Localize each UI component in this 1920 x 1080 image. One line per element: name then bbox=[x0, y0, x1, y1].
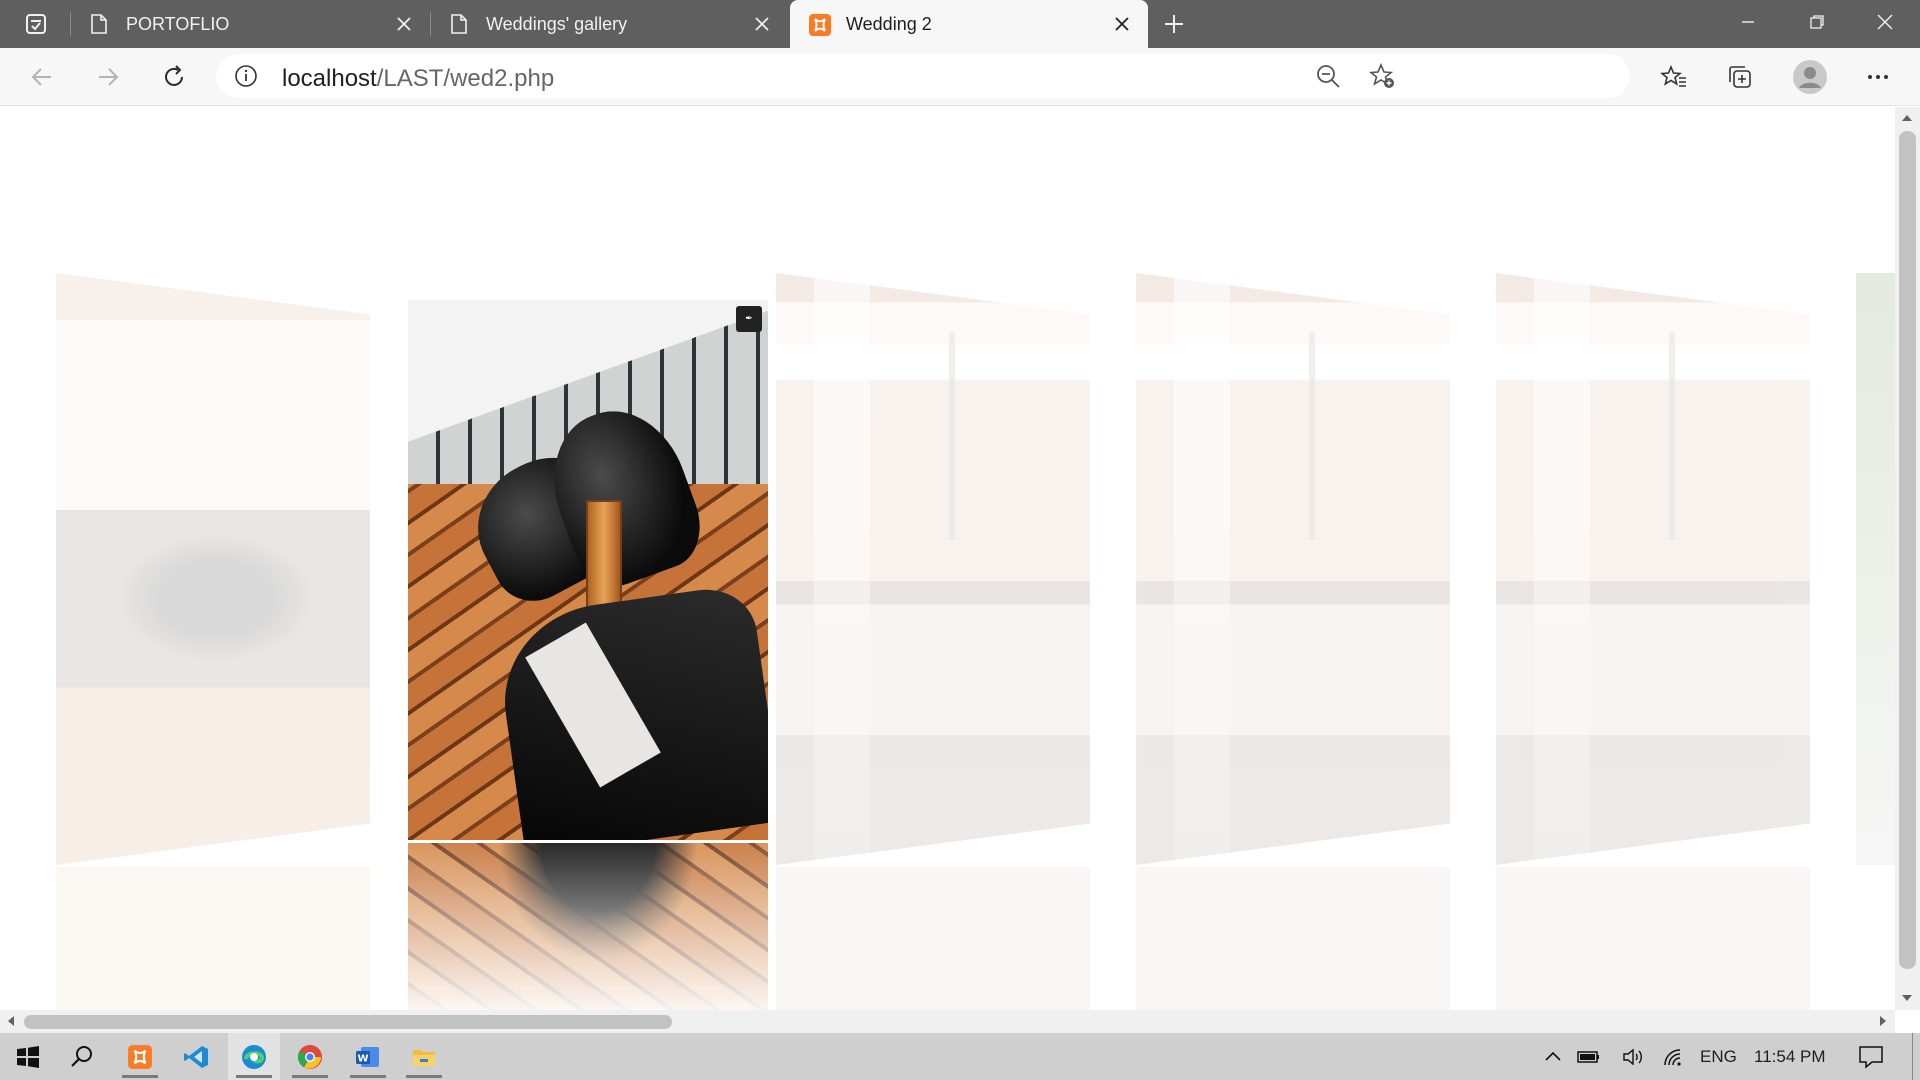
windows-taskbar: W ENG 11:54 PM bbox=[0, 1033, 1920, 1080]
restore-icon[interactable] bbox=[1782, 0, 1852, 44]
wifi-icon[interactable] bbox=[1656, 1033, 1690, 1080]
page-icon bbox=[448, 13, 470, 35]
tab-label: PORTOFLIO bbox=[126, 14, 230, 34]
gallery-reflection bbox=[776, 867, 1090, 1010]
minimize-icon[interactable] bbox=[1713, 0, 1783, 44]
show-hidden-icons-icon[interactable] bbox=[1536, 1033, 1570, 1080]
file-explorer-icon[interactable] bbox=[398, 1033, 450, 1080]
horizontal-scrollbar[interactable] bbox=[0, 1010, 1895, 1033]
show-desktop-button[interactable] bbox=[1912, 1033, 1913, 1080]
browser-title-bar: PORTOFLIO Weddings' gallery Wedding 2 bbox=[0, 0, 1920, 48]
gallery-image-hotel-couple-1[interactable] bbox=[776, 273, 1090, 865]
close-icon[interactable] bbox=[392, 12, 416, 36]
volume-icon[interactable] bbox=[1616, 1033, 1650, 1080]
profile-icon[interactable] bbox=[1788, 57, 1832, 97]
edge-icon[interactable] bbox=[228, 1033, 280, 1080]
tab-weddings-gallery[interactable]: Weddings' gallery bbox=[430, 0, 788, 48]
close-window-icon[interactable] bbox=[1850, 0, 1920, 44]
forward-arrow-icon[interactable] bbox=[88, 57, 128, 97]
chrome-icon[interactable] bbox=[284, 1033, 336, 1080]
gallery-image-hotel-couple-2[interactable] bbox=[1136, 273, 1450, 865]
page-icon bbox=[88, 13, 110, 35]
gallery-image-partial[interactable] bbox=[1856, 273, 1895, 865]
tab-label: Weddings' gallery bbox=[486, 14, 628, 34]
gallery-reflection bbox=[1496, 867, 1810, 1010]
new-tab-icon[interactable] bbox=[1158, 8, 1190, 40]
gallery-reflection bbox=[408, 843, 768, 1010]
more-menu-icon[interactable] bbox=[1858, 57, 1898, 97]
scroll-left-icon[interactable] bbox=[8, 1016, 14, 1026]
scroll-right-icon[interactable] bbox=[1880, 1016, 1886, 1026]
clock[interactable]: 11:54 PM bbox=[1754, 1047, 1826, 1067]
vertical-scrollbar[interactable] bbox=[1895, 107, 1920, 1010]
scroll-down-icon[interactable] bbox=[1902, 995, 1912, 1001]
back-arrow-icon[interactable] bbox=[22, 57, 62, 97]
gallery-image-shoes-suit[interactable]: ✒ bbox=[408, 300, 768, 840]
zoom-out-icon[interactable] bbox=[1314, 62, 1342, 90]
add-favorite-icon[interactable] bbox=[1368, 62, 1396, 90]
word-icon[interactable]: W bbox=[342, 1033, 394, 1080]
photographer-logo: ✒ bbox=[736, 306, 762, 332]
tab-portfolio[interactable]: PORTOFLIO bbox=[70, 0, 430, 48]
favorites-icon[interactable] bbox=[1654, 57, 1694, 97]
scrollbar-thumb[interactable] bbox=[24, 1015, 672, 1029]
start-icon[interactable] bbox=[2, 1033, 54, 1080]
browser-toolbar: localhost/LAST/wed2.php bbox=[0, 48, 1920, 106]
gallery-reflection bbox=[56, 867, 370, 1010]
tab-actions-icon[interactable] bbox=[12, 8, 60, 40]
refresh-icon[interactable] bbox=[154, 57, 194, 97]
vscode-icon[interactable] bbox=[170, 1033, 222, 1080]
scroll-up-icon[interactable] bbox=[1902, 115, 1912, 121]
svg-text:W: W bbox=[357, 1053, 368, 1064]
address-bar[interactable]: localhost/LAST/wed2.php bbox=[216, 54, 1630, 98]
tab-wedding-2[interactable]: Wedding 2 bbox=[790, 0, 1148, 48]
notification-icon[interactable] bbox=[1846, 1033, 1896, 1080]
close-icon[interactable] bbox=[1110, 12, 1134, 36]
url-text: localhost/LAST/wed2.php bbox=[282, 65, 555, 92]
language-indicator[interactable]: ENG bbox=[1700, 1047, 1737, 1067]
search-icon[interactable] bbox=[56, 1033, 108, 1080]
tab-label: Wedding 2 bbox=[846, 14, 932, 34]
collections-icon[interactable] bbox=[1720, 57, 1760, 97]
page-content: ✒ bbox=[0, 107, 1895, 1010]
gallery-reflection bbox=[1136, 867, 1450, 1010]
xampp-icon bbox=[808, 13, 831, 36]
gallery-image-hotel-couple-3[interactable] bbox=[1496, 273, 1810, 865]
scrollbar-thumb[interactable] bbox=[1899, 131, 1916, 969]
gallery-image-bowtie[interactable] bbox=[56, 273, 370, 865]
battery-icon[interactable] bbox=[1572, 1033, 1606, 1080]
close-icon[interactable] bbox=[750, 12, 774, 36]
xampp-icon[interactable] bbox=[114, 1033, 166, 1080]
info-icon[interactable] bbox=[234, 64, 258, 88]
